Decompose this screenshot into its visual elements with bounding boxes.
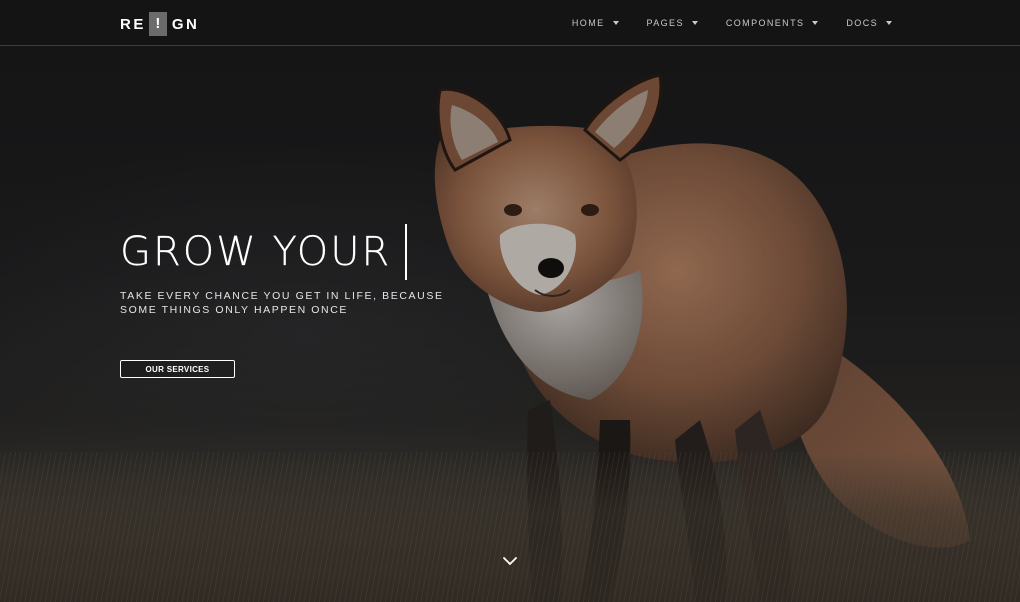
typing-cursor [405, 224, 408, 280]
hero-heading: GROW YOUR [120, 222, 408, 282]
nav-item-pages[interactable]: PAGES [647, 18, 698, 28]
logo-text-left: RE [120, 15, 146, 33]
hero-title: GROW YOUR [120, 229, 392, 275]
chevron-down-icon [812, 20, 819, 25]
our-services-button[interactable]: OUR SERVICES [120, 360, 235, 378]
hero-subtitle-line: SOME THINGS ONLY HAPPEN ONCE [120, 304, 349, 316]
chevron-down-icon [691, 20, 698, 25]
chevron-down-icon [886, 20, 892, 25]
hero-subtitle: TAKE EVERY CHANCE YOU GET IN LIFE, BECAU… [120, 289, 444, 317]
nav-item-components[interactable]: COMPONENTS [726, 18, 819, 28]
chevron-down-icon [612, 20, 619, 25]
hero-subtitle-line: TAKE EVERY CHANCE YOU GET IN LIFE, BECAU… [120, 290, 444, 302]
nav-item-label: DOCS [846, 17, 878, 28]
navbar: RE ! GN HOME PAGES COMPONENTS DOCS [0, 0, 1020, 46]
nav-item-label: HOME [571, 17, 605, 28]
hero-page: RE ! GN HOME PAGES COMPONENTS DOCS GROW … [0, 0, 1020, 602]
nav-item-label: PAGES [646, 17, 684, 28]
nav-item-label: COMPONENTS [725, 17, 805, 28]
main-nav: HOME PAGES COMPONENTS DOCS [572, 0, 892, 45]
chevron-down-icon[interactable] [502, 555, 518, 567]
nav-item-docs[interactable]: DOCS [846, 18, 892, 28]
logo-text-right: GN [171, 15, 200, 33]
logo-mark: ! [148, 12, 167, 36]
nav-item-home[interactable]: HOME [572, 18, 619, 28]
brand-logo[interactable]: RE ! GN [120, 12, 199, 36]
